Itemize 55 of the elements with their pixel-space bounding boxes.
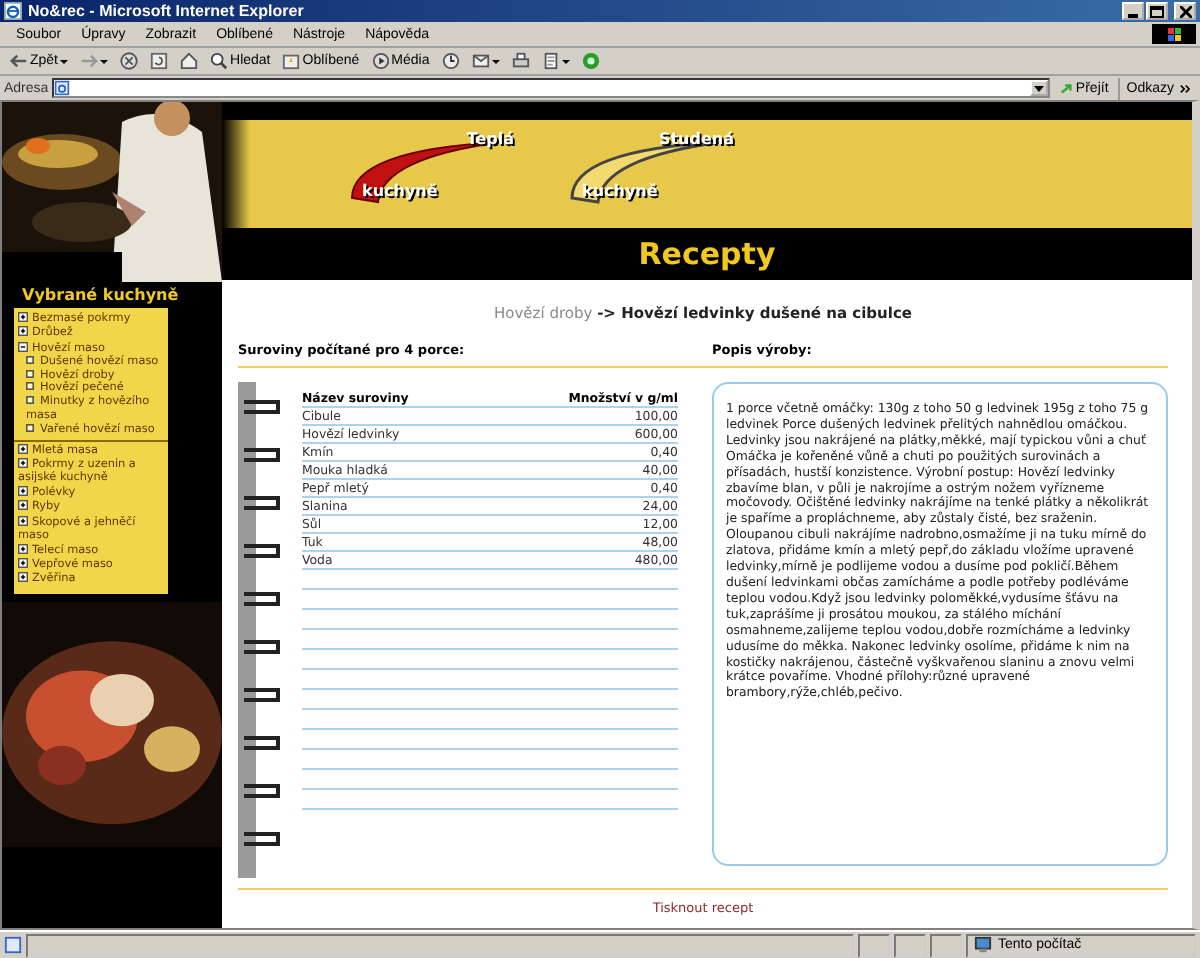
history-icon: [441, 52, 460, 70]
stop-icon: [120, 52, 139, 70]
printer-icon: [511, 52, 530, 70]
maximize-icon: [1150, 5, 1164, 17]
toolbar-button[interactable]: [146, 49, 173, 73]
caret-icon: [1033, 85, 1044, 91]
square-bullet-icon: [26, 423, 34, 432]
minimize-button[interactable]: [1122, 2, 1144, 20]
plus-box-icon[interactable]: [18, 443, 28, 454]
browser-icon: [4, 2, 22, 20]
maximize-button[interactable]: [1146, 2, 1168, 20]
windows-logo-icon: [1152, 24, 1196, 44]
minus-box-icon[interactable]: [18, 341, 28, 352]
plus-box-icon[interactable]: [18, 543, 28, 554]
sidebar-title: Vybrané kuchyně: [20, 284, 181, 308]
toolbar-button[interactable]: [116, 49, 143, 73]
page-title: Recepty: [638, 236, 776, 272]
square-bullet-icon: [26, 382, 34, 391]
media-icon: [371, 52, 390, 70]
square-bullet-icon: [26, 369, 34, 378]
plus-box-icon[interactable]: [18, 572, 28, 583]
plus-box-icon[interactable]: [18, 457, 28, 468]
back-arrow-icon: [10, 52, 28, 70]
page-icon: [4, 936, 22, 954]
plus-box-icon[interactable]: [18, 500, 28, 511]
page-icon: [54, 80, 71, 96]
plus-box-icon[interactable]: [18, 312, 28, 322]
refresh-icon: [150, 52, 169, 70]
search-icon: [210, 52, 229, 70]
plus-box-icon[interactable]: [18, 326, 28, 337]
toolbar-button[interactable]: [437, 49, 464, 73]
address-field[interactable]: [52, 78, 1050, 98]
square-bullet-icon: [26, 396, 34, 405]
caret-icon: [491, 59, 500, 63]
computer-icon: [974, 936, 992, 954]
square-bullet-icon: [26, 355, 34, 364]
window-title: No&rec - Microsoft Internet Explorer: [28, 2, 306, 20]
arrow-icon: [1059, 81, 1074, 95]
caret-icon: [60, 59, 69, 63]
mail-icon: [471, 52, 490, 70]
plus-box-icon[interactable]: [18, 515, 28, 526]
close-button[interactable]: [1174, 2, 1196, 20]
forward-arrow-icon: [80, 52, 99, 70]
toolbar-button[interactable]: [176, 49, 203, 73]
close-icon: [1179, 5, 1191, 17]
caret-icon: [561, 59, 570, 63]
plus-box-icon[interactable]: [18, 486, 28, 497]
toolbar-button[interactable]: [507, 49, 534, 73]
document-icon: [541, 52, 560, 70]
plus-box-icon[interactable]: [18, 558, 28, 569]
caret-icon: [100, 59, 109, 63]
toolbar-button[interactable]: [76, 49, 113, 73]
toolbar-button[interactable]: [467, 49, 504, 73]
chevron-icon: [1180, 83, 1190, 93]
home-icon: [180, 52, 199, 70]
